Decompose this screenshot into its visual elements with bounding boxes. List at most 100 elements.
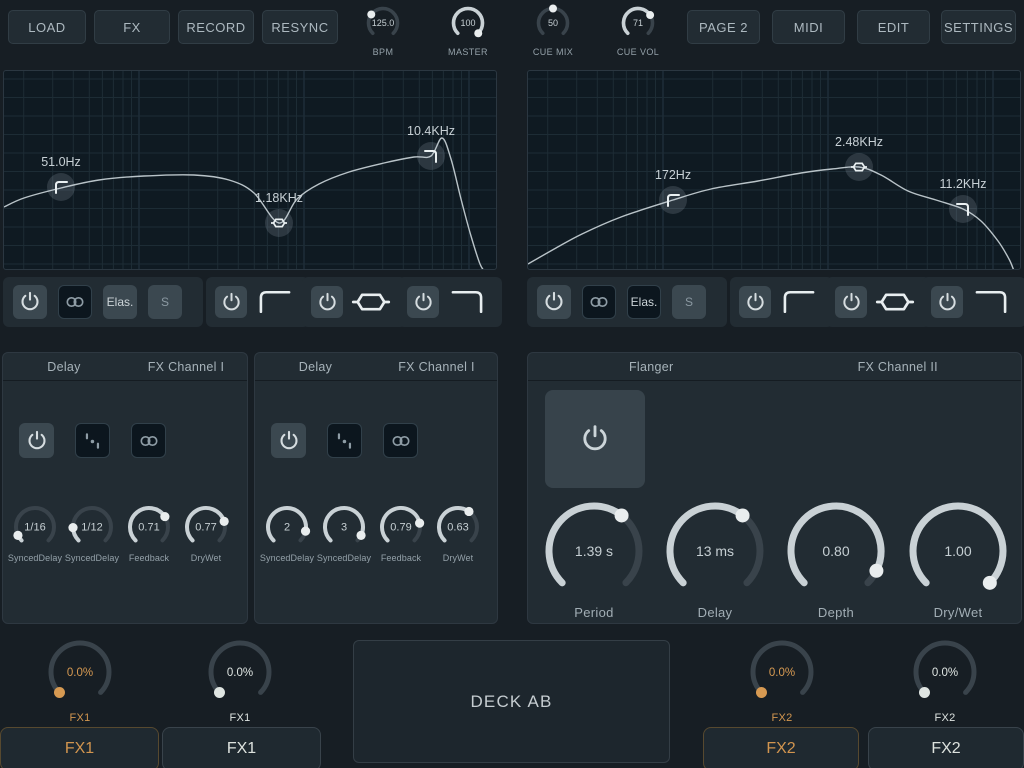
knob-dial[interactable]: 0.79 [377, 503, 425, 551]
filter-power-button-highpass-left[interactable] [215, 286, 247, 318]
eq-snap-button-left[interactable]: S [148, 285, 182, 319]
eq-node-frequency: 11.2KHz [939, 177, 986, 191]
fx-assign-knob-fx2-orange: 0.0%FX2 [750, 640, 814, 724]
fx-panel-delay-1: DelayFX Channel I2SyncedDelay3SyncedDela… [254, 352, 498, 624]
knob-dial[interactable]: 0.0% [48, 640, 112, 704]
eq-curve-display: 51.0Hz1.18KHz10.4KHz [4, 71, 496, 269]
fx-pingpong-button[interactable] [75, 423, 110, 458]
eq-filter-group-lowpass-right [922, 277, 1024, 327]
knob-value: 0.79 [390, 522, 411, 534]
filter-power-button-bandpass-right[interactable] [835, 286, 867, 318]
knob-dial[interactable]: 1.00 [903, 496, 1013, 606]
topbar-button-settings[interactable]: SETTINGS [941, 10, 1016, 44]
flanger-knob-period: 1.39 sPeriod [534, 496, 654, 620]
eq-node[interactable]: 51.0Hz [41, 155, 81, 201]
fx-power-button[interactable] [271, 423, 306, 458]
knob-value: 3 [341, 522, 347, 534]
power-icon [413, 292, 434, 313]
topbar-button-fx[interactable]: FX [94, 10, 170, 44]
knob-dial[interactable]: 0.77 [182, 503, 230, 551]
eq-node[interactable]: 1.18KHz [255, 191, 303, 237]
knob-dial[interactable]: 100 [447, 2, 489, 44]
deck-display: DECK AB [353, 640, 670, 763]
knob-dial[interactable]: 50 [532, 2, 574, 44]
top-knob-master: 100MASTER [440, 2, 496, 57]
top-knob-bpm: 125.0 BPM [355, 2, 411, 57]
filter-power-button-bandpass-left[interactable] [311, 286, 343, 318]
fx-title: Delay [255, 360, 376, 374]
knob-value: 0.0% [932, 667, 958, 679]
knob-dial[interactable]: 1.39 s [539, 496, 649, 606]
knob-dial[interactable]: 2 [263, 503, 311, 551]
eq-link-button-left[interactable] [58, 285, 92, 319]
topbar-button-load[interactable]: LOAD [8, 10, 86, 44]
filter-power-button-lowpass-right[interactable] [931, 286, 963, 318]
knob-value: 0.80 [822, 543, 849, 559]
knob-dial[interactable]: 1/16 [11, 503, 59, 551]
filter-power-button-highpass-right[interactable] [739, 286, 771, 318]
eq-snap-button-right[interactable]: S [672, 285, 706, 319]
power-icon [317, 292, 338, 313]
eq-elastique-button-left[interactable]: Elas. [103, 285, 137, 319]
power-icon [841, 292, 862, 313]
fx-tab-fx2-b[interactable]: FX2 [868, 727, 1024, 768]
fx-knob-drywet: 0.77DryWet [177, 503, 235, 563]
eq-filter-group-bandpass-right [826, 277, 930, 327]
assign-knob-label: FX1 [48, 712, 112, 724]
fx-pingpong-button[interactable] [327, 423, 362, 458]
topbar-button-midi[interactable]: MIDI [772, 10, 845, 44]
topbar-button-edit[interactable]: EDIT [857, 10, 930, 44]
eq-node-frequency: 2.48KHz [835, 135, 883, 149]
eq-filter-group-lowpass-left [398, 277, 502, 327]
fx-link-button[interactable] [383, 423, 418, 458]
knob-dial[interactable]: 0.71 [125, 503, 173, 551]
filter-shape-bandpass [351, 289, 391, 315]
flanger-knob-delay: 13 msDelay [655, 496, 775, 620]
knob-dial[interactable]: 13 ms [660, 496, 770, 606]
eq-node[interactable]: 11.2KHz [939, 177, 986, 223]
eq-node-frequency: 51.0Hz [41, 155, 81, 169]
knob-value: 0.63 [447, 522, 468, 534]
knob-dial[interactable]: 0.0% [913, 640, 977, 704]
eq-elastique-button-right[interactable]: Elas. [627, 285, 661, 319]
knob-dial[interactable]: 71 [617, 2, 659, 44]
flanger-power-button[interactable] [545, 390, 645, 488]
power-icon [937, 292, 958, 313]
eq-main-controls-right: Elas. S [527, 277, 727, 327]
knob-value: 0.0% [227, 667, 253, 679]
fx-link-button[interactable] [131, 423, 166, 458]
filter-power-button-lowpass-left[interactable] [407, 286, 439, 318]
fx-knob-label: DryWet [429, 553, 487, 563]
fx-tab-fx1-b[interactable]: FX1 [162, 727, 321, 768]
eq-node[interactable]: 2.48KHz [835, 135, 883, 181]
knob-dial[interactable]: 0.0% [750, 640, 814, 704]
fx-title: Flanger [528, 360, 775, 374]
eq-link-button-right[interactable] [582, 285, 616, 319]
fx-tab-fx1-a[interactable]: FX1 [0, 727, 159, 768]
knob-value: 50 [548, 18, 558, 28]
knob-dial[interactable]: 0.63 [434, 503, 482, 551]
topbar-button-resync[interactable]: RESYNC [262, 10, 338, 44]
knob-dial[interactable]: 0.0% [208, 640, 272, 704]
fx-assign-knob-fx1-white: 0.0%FX1 [208, 640, 272, 724]
top-knob-cue-mix: 50CUE MIX [525, 2, 581, 57]
eq-power-button-right[interactable] [537, 285, 571, 319]
knob-dial[interactable]: 125.0 [362, 2, 404, 44]
eq-node[interactable]: 172Hz [655, 168, 691, 214]
fx-power-button[interactable] [19, 423, 54, 458]
fx-knob-feedback: 0.71Feedback [120, 503, 178, 563]
band-ctl-icon [351, 289, 391, 315]
knob-dial[interactable]: 0.80 [781, 496, 891, 606]
fx-tab-fx2-a[interactable]: FX2 [703, 727, 859, 768]
fx-assign-knob-fx2-white: 0.0%FX2 [913, 640, 977, 724]
topbar-button-page-2[interactable]: PAGE 2 [687, 10, 760, 44]
eq-power-button-left[interactable] [13, 285, 47, 319]
filter-shape-lowpass [971, 289, 1011, 315]
power-icon [278, 430, 300, 452]
top-knob-label: BPM [355, 47, 411, 57]
fx-button-row [271, 423, 418, 458]
topbar-button-record[interactable]: RECORD [178, 10, 254, 44]
knob-dial[interactable]: 1/12 [68, 503, 116, 551]
knob-dial[interactable]: 3 [320, 503, 368, 551]
eq-node-frequency: 1.18KHz [255, 191, 303, 205]
